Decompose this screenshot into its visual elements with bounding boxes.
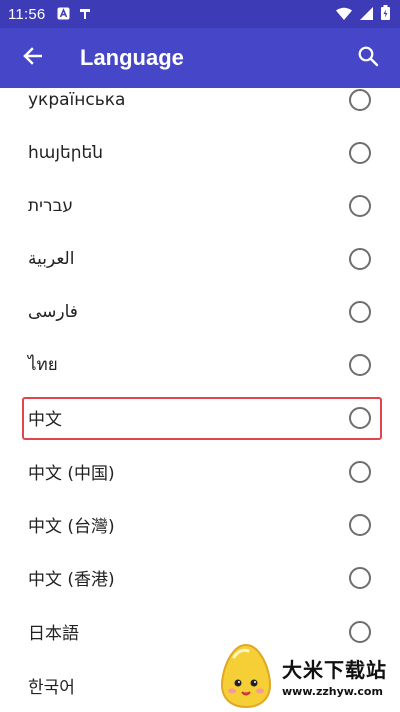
language-label: עברית <box>28 195 74 216</box>
language-option[interactable]: українська <box>0 88 400 126</box>
arrow-left-icon <box>22 46 43 70</box>
language-option[interactable]: հայերեն <box>0 126 400 179</box>
signal-icon <box>360 5 373 24</box>
back-button[interactable] <box>4 28 60 88</box>
radio-button[interactable] <box>349 406 371 429</box>
language-option[interactable]: ไทย <box>0 338 400 391</box>
page-title: Language <box>80 45 184 70</box>
language-option[interactable]: 中文 (香港) <box>0 551 400 604</box>
watermark-title: 大米下载站 <box>282 658 387 682</box>
radio-button[interactable] <box>349 141 371 164</box>
radio-button[interactable] <box>349 88 371 111</box>
language-label: 中文 (香港) <box>28 570 115 590</box>
search-icon <box>357 45 379 71</box>
language-label: 中文 (中国) <box>28 464 115 484</box>
language-list[interactable]: українська հայերեն עברית العربية فارسی ไ… <box>0 88 400 712</box>
watermark-url: www.zzhyw.com <box>282 685 383 698</box>
battery-icon <box>381 4 390 24</box>
language-label: 日本語 <box>28 624 79 644</box>
language-option[interactable]: فارسی <box>0 285 400 338</box>
radio-button[interactable] <box>349 566 371 589</box>
radio-button[interactable] <box>349 353 371 376</box>
language-label: فارسی <box>28 301 78 322</box>
language-option[interactable]: עברית <box>0 179 400 232</box>
radio-button[interactable] <box>349 194 371 217</box>
notification-a-icon <box>57 5 70 24</box>
language-label: العربية <box>28 248 75 269</box>
radio-button[interactable] <box>349 513 371 536</box>
radio-button[interactable] <box>349 247 371 270</box>
search-button[interactable] <box>340 28 396 88</box>
language-option[interactable]: 中文 (台灣) <box>0 498 400 551</box>
watermark: 大米下载站 www.zzhyw.com <box>216 640 400 712</box>
app-bar: Language <box>0 28 400 88</box>
status-bar: 11:56 <box>0 0 400 28</box>
language-label: 한국어 <box>28 678 75 698</box>
language-label: ไทย <box>28 355 58 375</box>
mascot-logo-icon <box>216 639 276 712</box>
notification-pin-icon <box>79 5 91 24</box>
language-label: українська <box>28 89 126 110</box>
language-label: հայերեն <box>28 142 104 163</box>
language-option[interactable]: 中文 (中国) <box>0 445 400 498</box>
language-option-highlighted[interactable]: 中文 <box>0 391 400 444</box>
radio-button[interactable] <box>349 460 371 483</box>
language-label: 中文 <box>28 410 62 430</box>
language-option[interactable]: العربية <box>0 232 400 285</box>
wifi-icon <box>336 5 352 24</box>
language-label: 中文 (台灣) <box>28 517 115 537</box>
status-time: 11:56 <box>8 5 46 23</box>
radio-button[interactable] <box>349 300 371 323</box>
